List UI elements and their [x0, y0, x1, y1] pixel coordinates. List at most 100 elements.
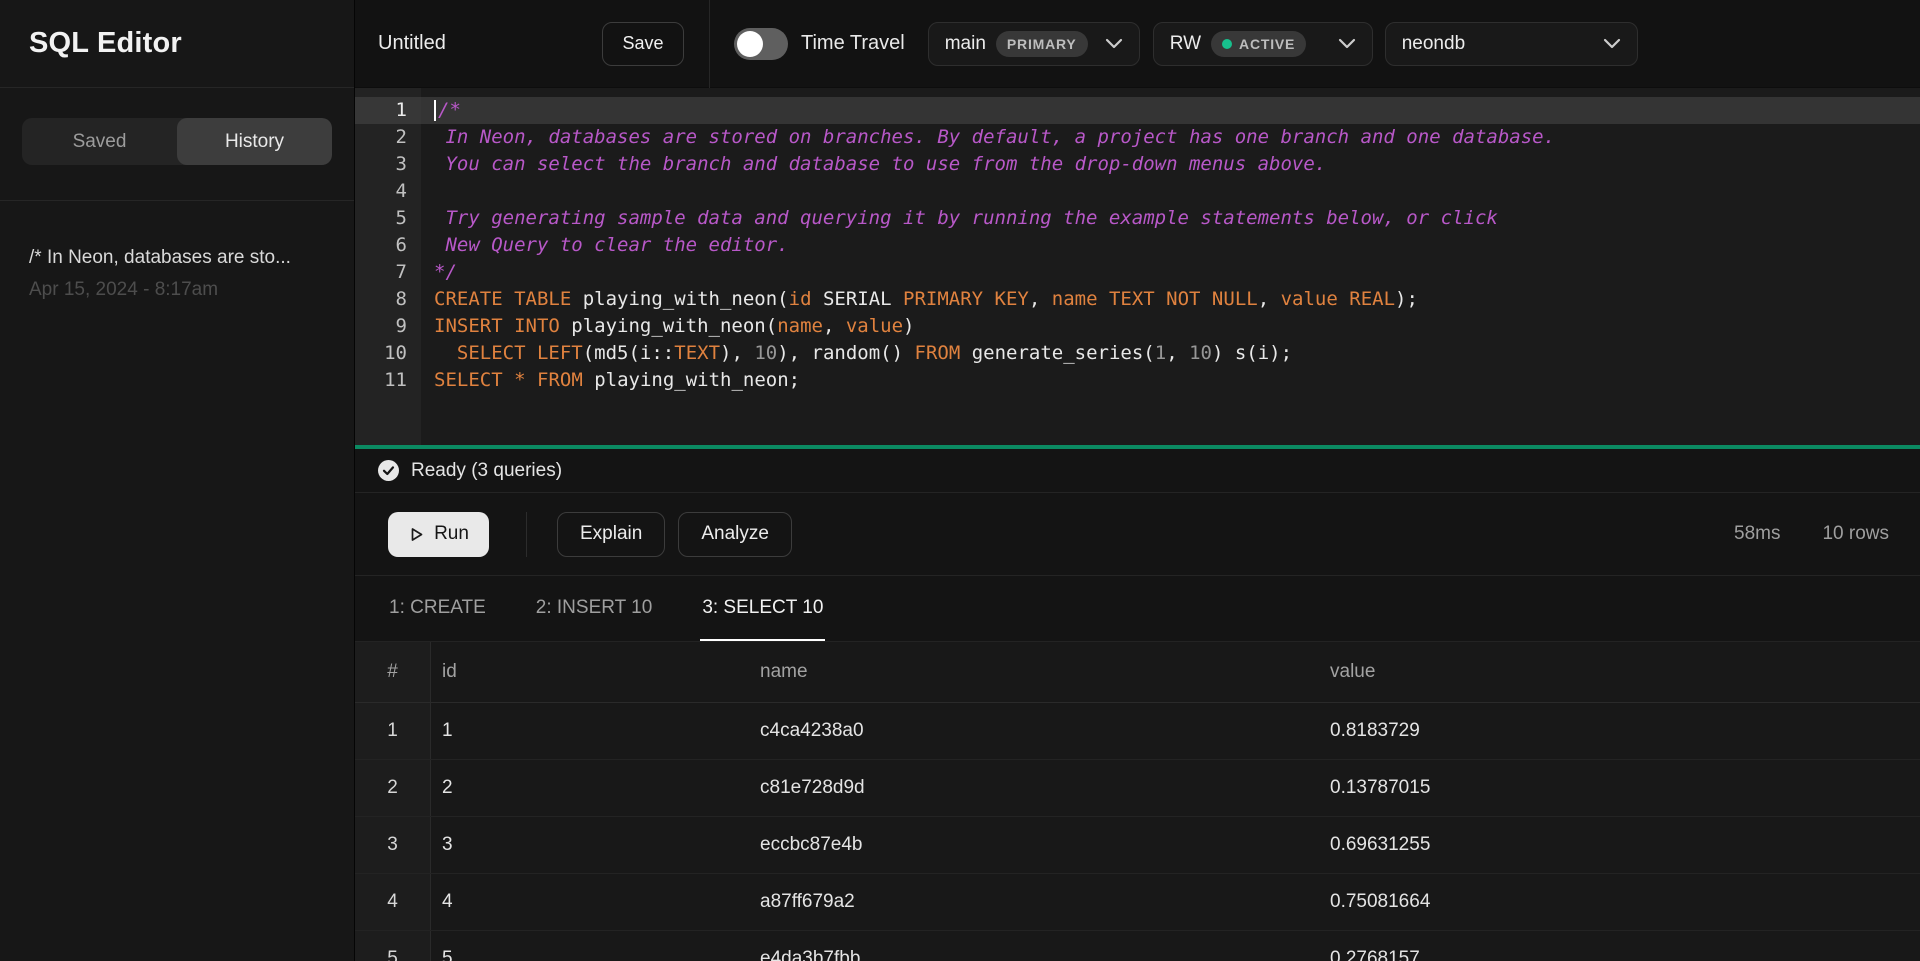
- line-number: 9: [355, 313, 421, 340]
- query-metrics: 58ms 10 rows: [1734, 523, 1889, 545]
- cell-id: 2: [431, 760, 749, 816]
- cell-value: 0.75081664: [1319, 874, 1920, 930]
- topbar: Untitled Save Time Travel main PRIMARY R…: [355, 0, 1920, 88]
- code-line[interactable]: You can select the branch and database t…: [421, 151, 1920, 178]
- text-cursor: [434, 100, 436, 121]
- cell-index: 4: [355, 874, 431, 930]
- cell-name: c4ca4238a0: [749, 703, 1319, 759]
- column-header-name: name: [749, 642, 1319, 702]
- actions-bar: Run Explain Analyze 58ms 10 rows: [355, 493, 1920, 576]
- line-number: 8: [355, 286, 421, 313]
- code-line[interactable]: SELECT * FROM playing_with_neon;: [421, 367, 1920, 394]
- compute-dropdown[interactable]: RW ACTIVE: [1153, 22, 1373, 66]
- cell-index: 5: [355, 931, 431, 961]
- code-line[interactable]: [421, 178, 1920, 205]
- time-travel-toggle[interactable]: [734, 28, 788, 60]
- line-number: 2: [355, 124, 421, 151]
- line-number: 4: [355, 178, 421, 205]
- table-row: 5 5 e4da3b7fbb 0.2768157: [355, 931, 1920, 961]
- code-line[interactable]: */: [421, 259, 1920, 286]
- query-row-count: 10 rows: [1822, 523, 1889, 545]
- cell-value: 0.8183729: [1319, 703, 1920, 759]
- time-travel-label: Time Travel: [801, 32, 905, 55]
- primary-badge: PRIMARY: [996, 31, 1088, 57]
- cell-name: eccbc87e4b: [749, 817, 1319, 873]
- active-badge: ACTIVE: [1211, 31, 1306, 57]
- analyze-button[interactable]: Analyze: [678, 512, 792, 557]
- result-tabs: 1: CREATE 2: INSERT 10 3: SELECT 10: [355, 576, 1920, 642]
- explain-button[interactable]: Explain: [557, 512, 665, 557]
- branch-name: main: [945, 33, 986, 55]
- result-tab[interactable]: 1: CREATE: [387, 576, 488, 641]
- line-number: 11: [355, 367, 421, 394]
- sidebar-tabs: SavedHistory: [22, 118, 332, 165]
- history-item-title: /* In Neon, databases are sto...: [29, 247, 325, 269]
- chevron-down-icon: [1603, 38, 1621, 49]
- database-name: neondb: [1402, 33, 1465, 55]
- sidebar: SQL Editor SavedHistory /* In Neon, data…: [0, 0, 355, 961]
- line-number: 7: [355, 259, 421, 286]
- line-number-gutter: 1234567891011: [355, 88, 421, 445]
- cell-index: 3: [355, 817, 431, 873]
- chevron-down-icon: [1338, 38, 1356, 49]
- toggle-knob-icon: [737, 31, 763, 57]
- line-number: 3: [355, 151, 421, 178]
- active-status-dot-icon: [1222, 39, 1232, 49]
- result-table: # id name value 1 1 c4ca4238a0 0.8183729…: [355, 642, 1920, 961]
- sql-editor[interactable]: 1234567891011 /* In Neon, databases are …: [355, 88, 1920, 445]
- cell-value: 0.13787015: [1319, 760, 1920, 816]
- actions-divider: [526, 512, 527, 557]
- table-header: # id name value: [355, 642, 1920, 703]
- code-line[interactable]: CREATE TABLE playing_with_neon(id SERIAL…: [421, 286, 1920, 313]
- line-number: 5: [355, 205, 421, 232]
- column-header-value: value: [1319, 642, 1920, 702]
- code-line[interactable]: Try generating sample data and querying …: [421, 205, 1920, 232]
- query-duration: 58ms: [1734, 523, 1780, 545]
- cell-index: 1: [355, 703, 431, 759]
- run-button[interactable]: Run: [388, 512, 489, 557]
- code-line[interactable]: INSERT INTO playing_with_neon(name, valu…: [421, 313, 1920, 340]
- chevron-down-icon: [1105, 38, 1123, 49]
- table-row: 4 4 a87ff679a2 0.75081664: [355, 874, 1920, 931]
- save-button[interactable]: Save: [602, 22, 684, 66]
- history-item[interactable]: /* In Neon, databases are sto... Apr 15,…: [0, 201, 354, 301]
- cell-name: a87ff679a2: [749, 874, 1319, 930]
- cell-name: e4da3b7fbb: [749, 931, 1319, 961]
- topbar-divider: [709, 0, 710, 88]
- code-line[interactable]: In Neon, databases are stored on branche…: [421, 124, 1920, 151]
- cell-id: 1: [431, 703, 749, 759]
- result-tab[interactable]: 3: SELECT 10: [700, 576, 825, 641]
- code-line[interactable]: SELECT LEFT(md5(i::TEXT), 10), random() …: [421, 340, 1920, 367]
- sidebar-tab-saved[interactable]: Saved: [22, 118, 177, 165]
- ready-check-icon: [378, 460, 399, 481]
- cell-id: 5: [431, 931, 749, 961]
- result-tab[interactable]: 2: INSERT 10: [534, 576, 655, 641]
- status-text: Ready (3 queries): [411, 460, 562, 482]
- play-icon: [408, 526, 425, 543]
- table-row: 3 3 eccbc87e4b 0.69631255: [355, 817, 1920, 874]
- line-number: 10: [355, 340, 421, 367]
- main-panel: Untitled Save Time Travel main PRIMARY R…: [355, 0, 1920, 961]
- compute-name: RW: [1170, 33, 1201, 55]
- query-title: Untitled: [378, 32, 602, 55]
- code-line[interactable]: New Query to clear the editor.: [421, 232, 1920, 259]
- active-badge-label: ACTIVE: [1239, 36, 1295, 52]
- line-number: 1: [355, 97, 421, 124]
- page-title: SQL Editor: [29, 27, 182, 60]
- branch-dropdown[interactable]: main PRIMARY: [928, 22, 1140, 66]
- code-lines[interactable]: /* In Neon, databases are stored on bran…: [421, 88, 1920, 445]
- history-item-timestamp: Apr 15, 2024 - 8:17am: [29, 279, 325, 301]
- cell-value: 0.2768157: [1319, 931, 1920, 961]
- cell-name: c81e728d9d: [749, 760, 1319, 816]
- table-row: 2 2 c81e728d9d 0.13787015: [355, 760, 1920, 817]
- cell-value: 0.69631255: [1319, 817, 1920, 873]
- run-button-label: Run: [434, 523, 469, 545]
- cell-id: 3: [431, 817, 749, 873]
- cell-index: 2: [355, 760, 431, 816]
- status-bar: Ready (3 queries): [355, 449, 1920, 493]
- database-dropdown[interactable]: neondb: [1385, 22, 1638, 66]
- sidebar-header: SQL Editor: [0, 0, 354, 88]
- code-line[interactable]: /*: [421, 97, 1920, 124]
- sidebar-tab-history[interactable]: History: [177, 118, 332, 165]
- column-header-index: #: [355, 642, 431, 702]
